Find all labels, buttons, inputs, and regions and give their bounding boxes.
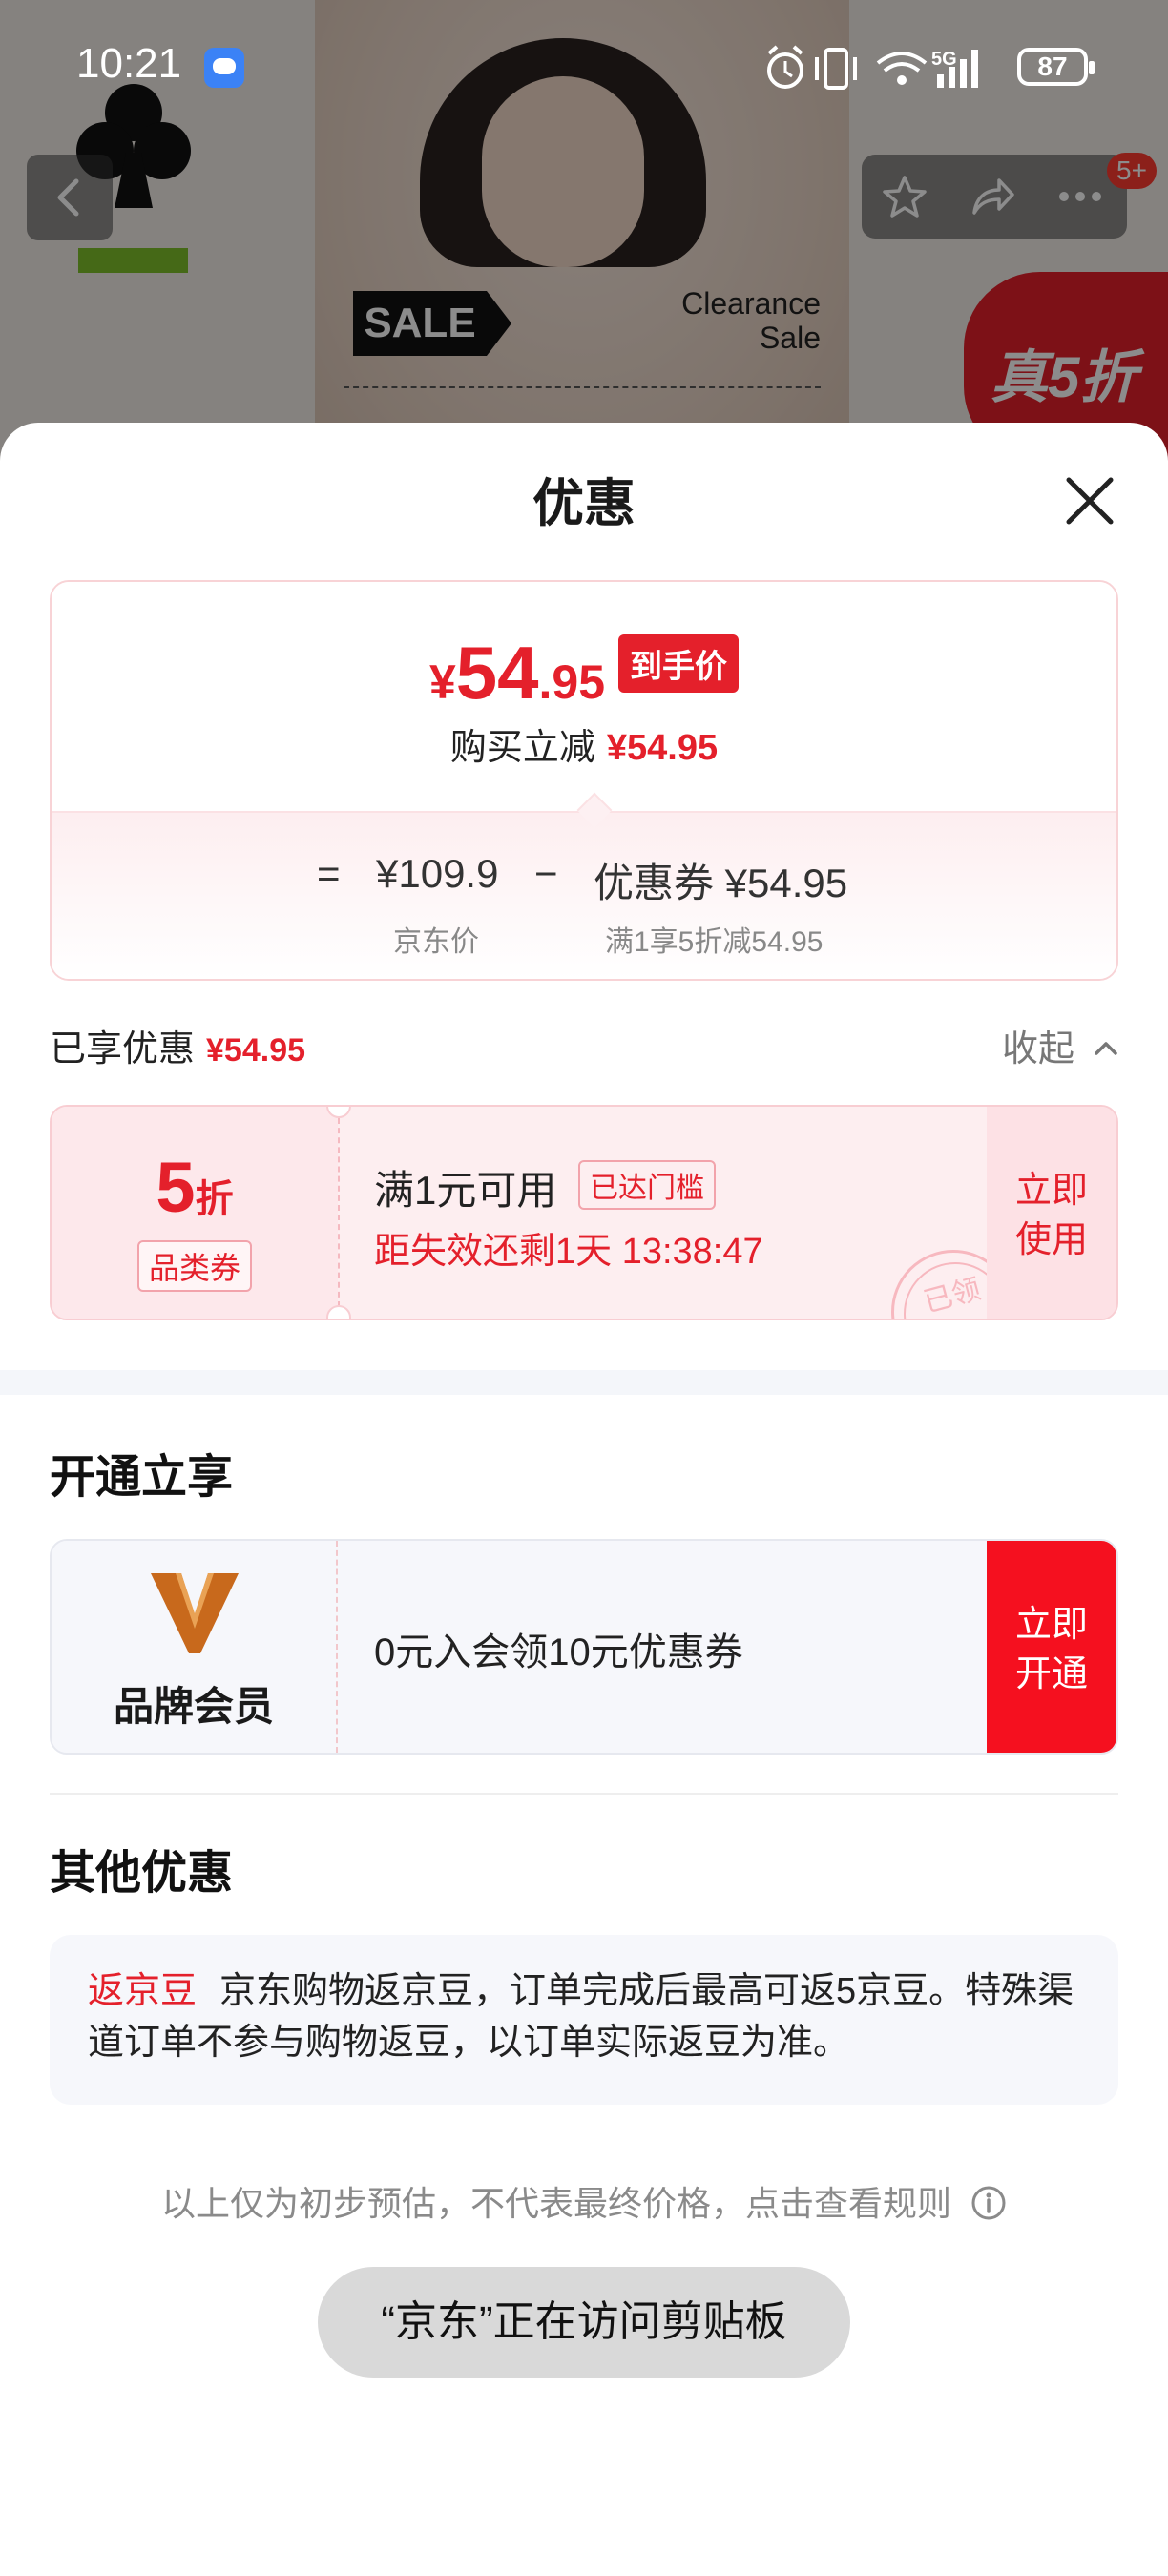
price-decimal: .95 <box>538 655 606 709</box>
price-currency: ¥ <box>428 655 456 709</box>
battery-icon: 87 <box>1017 48 1095 86</box>
coupon-condition: 满1元可用 <box>374 1168 557 1213</box>
disclaimer[interactable]: 以上仅为初步预估，不代表最终价格，点击查看规则 <box>0 2176 1168 2226</box>
info-icon[interactable] <box>970 2185 1007 2221</box>
instant-discount-amount: ¥54.95 <box>606 728 719 768</box>
coupon-card: 5折 品类券 满1元可用 已达门槛 距失效还剩1天 13:38:47 已领 立即… <box>50 1105 1118 1320</box>
coupon-amount: 优惠券 ¥54.95 <box>594 861 848 905</box>
instant-discount-label: 购买立减 <box>449 728 595 768</box>
enjoyed-amount: ¥54.95 <box>206 1032 306 1069</box>
coupon-discount-unit: 折 <box>195 1178 234 1220</box>
divider <box>50 1793 1118 1795</box>
use-coupon-label: 立即使用 <box>1014 1171 1088 1260</box>
jingdou-tag: 返京豆 <box>88 1971 198 2011</box>
chevron-up-icon[interactable] <box>1092 1033 1120 1062</box>
jd-price: ¥109.9 <box>376 851 499 896</box>
status-time: 10:21 <box>76 40 182 87</box>
brand-member-logo-icon <box>151 1573 239 1653</box>
alarm-icon <box>767 45 803 89</box>
member-name: 品牌会员 <box>113 1684 274 1729</box>
instant-discount: 购买立减 ¥54.95 <box>52 717 1116 770</box>
brand-member-card[interactable]: 品牌会员 0元入会领10元优惠券 立即开通 <box>50 1539 1118 1755</box>
clipboard-toast: “京东”正在访问剪贴板 <box>318 2267 850 2378</box>
claimed-stamp-text: 已领 <box>920 1273 985 1319</box>
final-price: ¥54.95 到手价 <box>52 630 1116 717</box>
disclaimer-text: 以上仅为初步预估，不代表最终价格，点击查看规则 <box>160 2184 951 2223</box>
member-offer: 0元入会领10元优惠券 <box>374 1631 743 1673</box>
join-member-button[interactable]: 立即开通 <box>987 1541 1116 1753</box>
section-gap <box>0 1370 1168 1395</box>
coupon-expiry: 距失效还剩1天 13:38:47 <box>374 1232 763 1272</box>
price-integer: 54 <box>455 631 539 715</box>
vibrate-icon <box>815 48 857 90</box>
jingdou-description: 京东购物返京豆，订单完成后最高可返5京豆。特殊渠道订单不参与购物返豆，以订单实际… <box>88 1971 1074 2063</box>
other-section-title: 其他优惠 <box>50 1848 234 1899</box>
enjoyed-label: 已享优惠 <box>50 1029 196 1070</box>
jd-price-caption: 京东价 <box>393 926 479 958</box>
coupon-type-badge: 品类券 <box>137 1240 253 1292</box>
price-card: ¥54.95 到手价 购买立减 ¥54.95 = ¥109.9 京东价 − 优惠券 … <box>50 580 1118 981</box>
price-breakdown: = ¥109.9 京东价 − 优惠券 ¥54.95 满1享5折减54.95 <box>52 811 1116 979</box>
status-bar: 10:21 5G 87 <box>0 0 1168 134</box>
close-icon[interactable] <box>1059 470 1120 531</box>
message-icon <box>204 48 244 88</box>
minus-sign: − <box>534 851 558 896</box>
coupon-discount-number: 5 <box>156 1148 196 1227</box>
discount-sheet: 优惠 ¥54.95 到手价 购买立减 ¥54.95 = ¥109.9 京东价 − 优… <box>0 423 1168 2576</box>
threshold-badge: 已达门槛 <box>578 1160 716 1210</box>
price-summary: ¥54.95 到手价 购买立减 ¥54.95 <box>52 582 1116 811</box>
jingdou-rebate-box: 返京豆 京东购物返京豆，订单完成后最高可返5京豆。特殊渠道订单不参与购物返豆，以订… <box>50 1935 1118 2105</box>
status-icons: 5G <box>767 45 978 90</box>
equals-sign: = <box>317 851 341 896</box>
sheet-title: 优惠 <box>532 475 636 532</box>
coupon-divider <box>338 1118 340 1307</box>
coupon-caption: 满1享5折减54.95 <box>605 926 824 958</box>
join-member-label: 立即开通 <box>1014 1605 1088 1694</box>
member-divider <box>336 1541 338 1753</box>
coupon-discount: 5折 <box>52 1147 338 1228</box>
open-section-title: 开通立享 <box>50 1452 234 1503</box>
use-coupon-button[interactable]: 立即使用 <box>987 1107 1116 1319</box>
network-type: 5G <box>931 49 957 70</box>
coupon-notch-bottom <box>326 1305 351 1319</box>
wifi-icon <box>876 52 928 85</box>
enjoyed-discount: 已享优惠 ¥54.95 <box>50 1019 305 1071</box>
collapse-button[interactable]: 收起 <box>1002 1019 1074 1071</box>
final-price-tag: 到手价 <box>618 634 740 693</box>
